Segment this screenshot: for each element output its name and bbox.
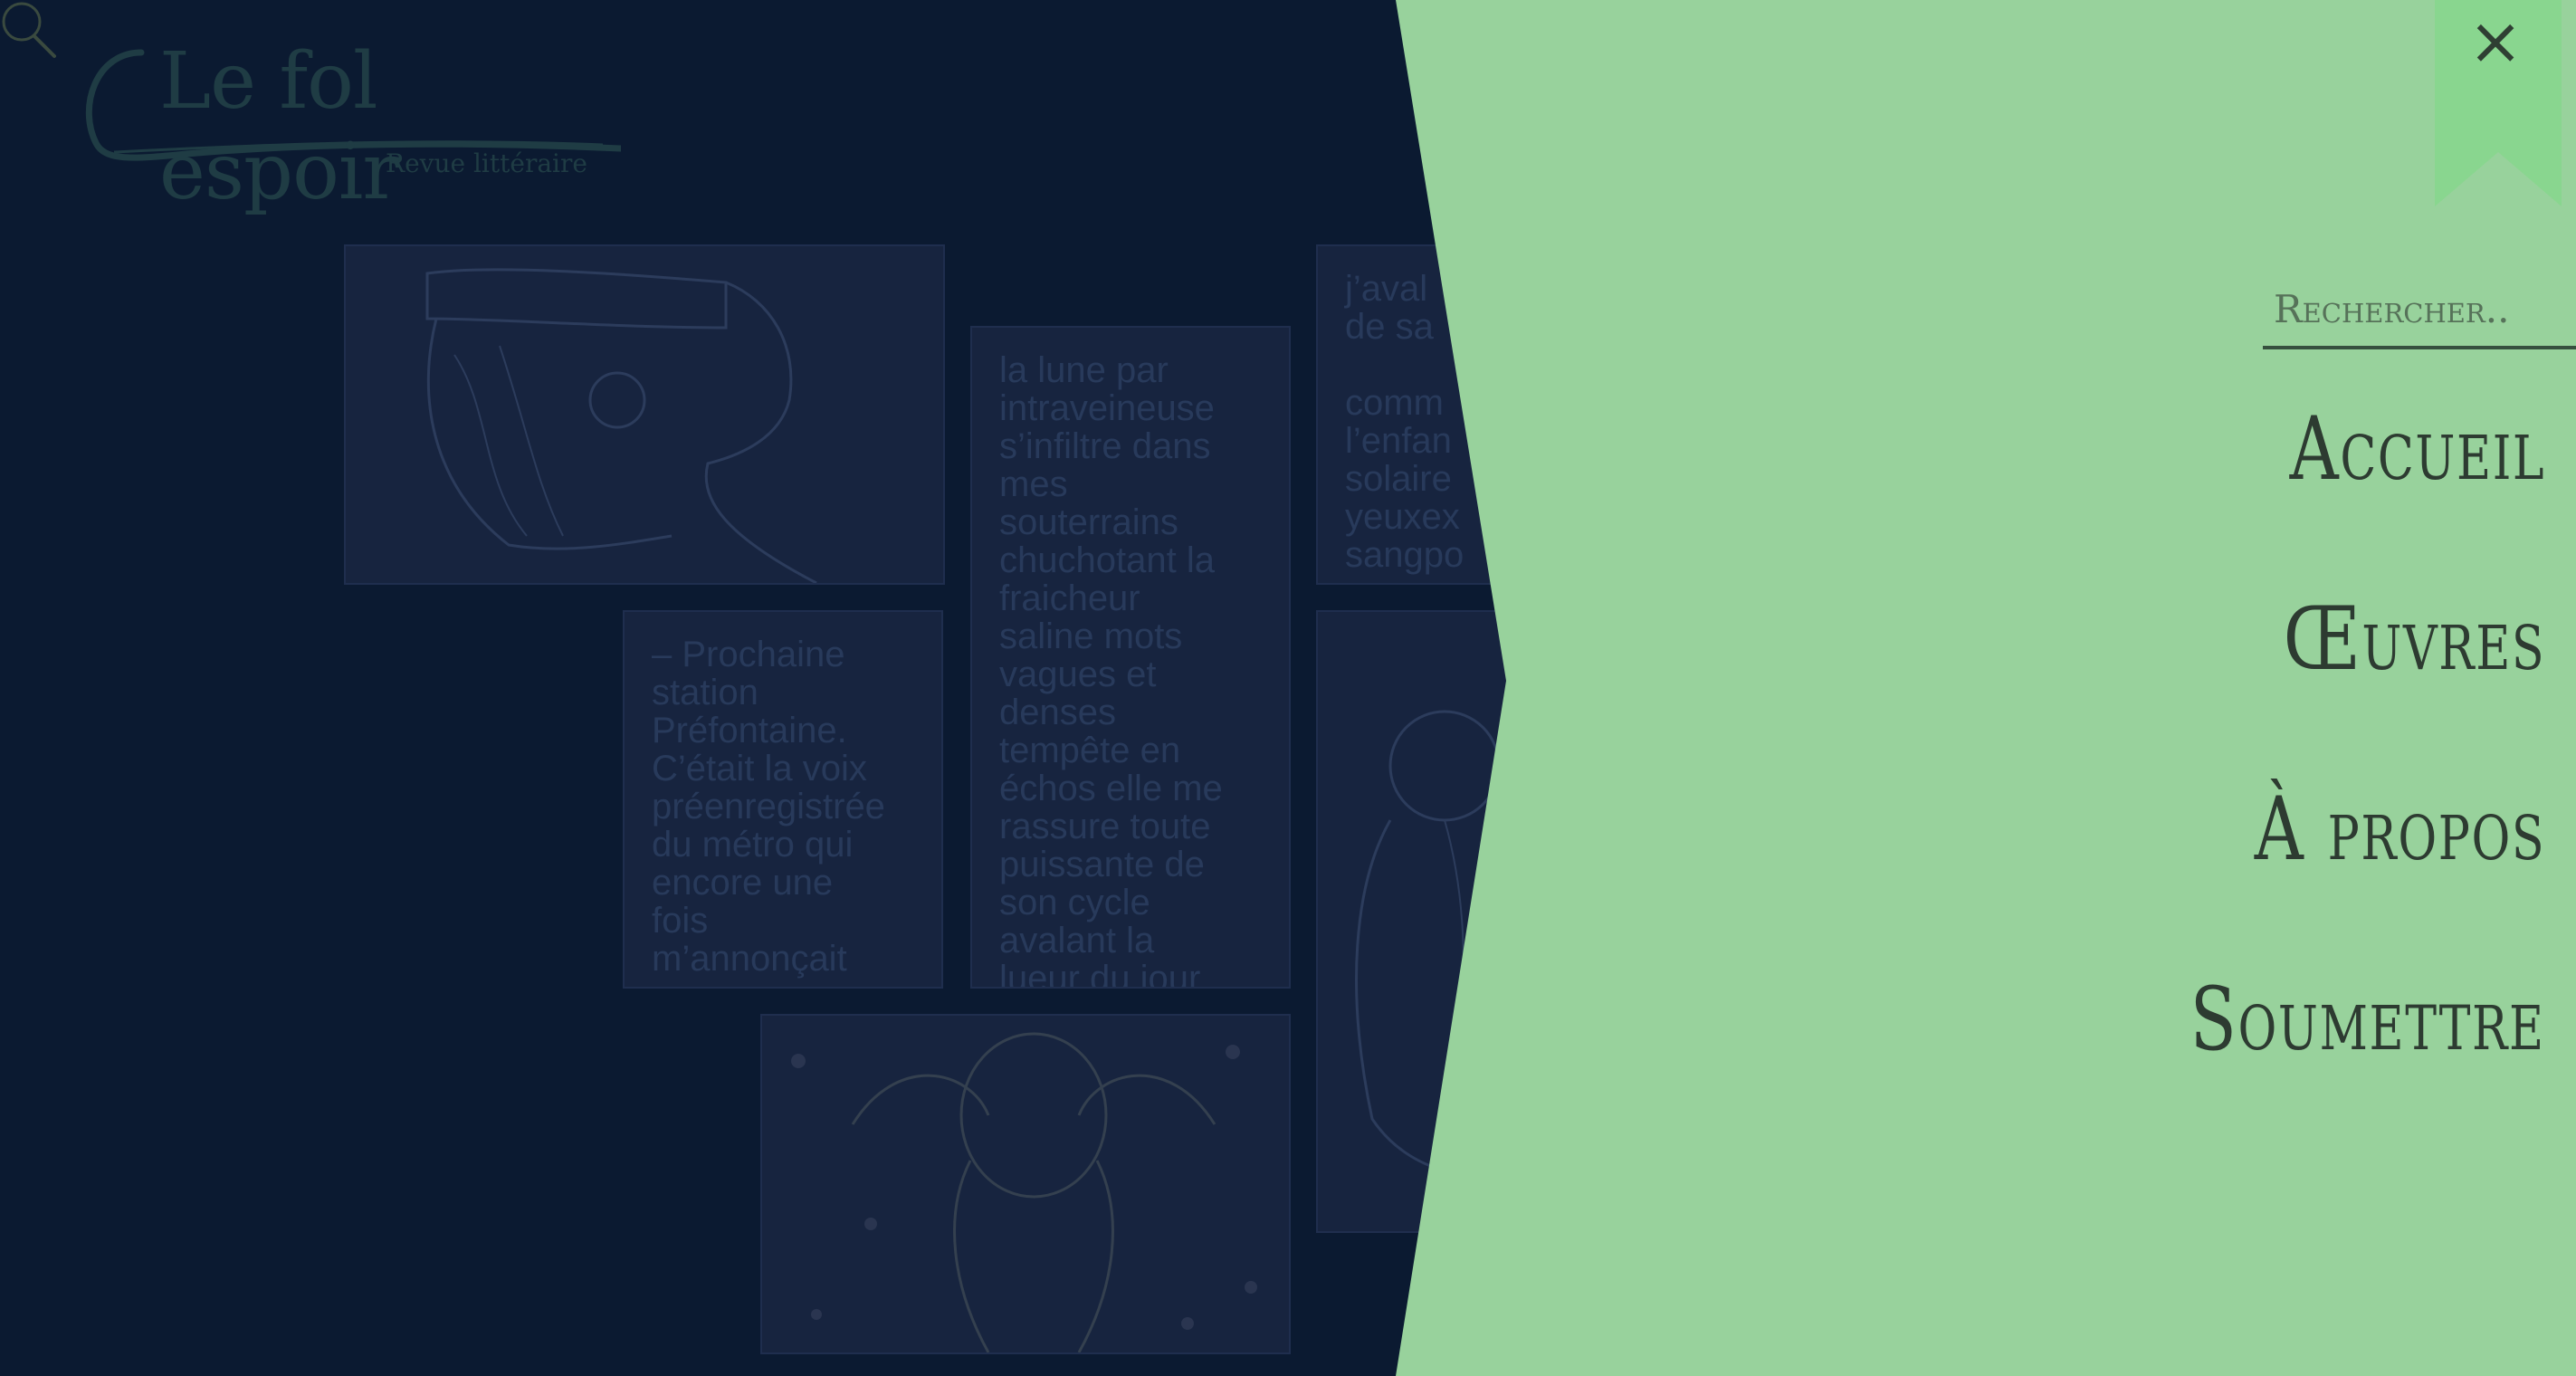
- page: Le fol espoir Revue littéraire la lune p…: [0, 0, 2576, 1376]
- nav-item-oeuvres[interactable]: Œuvres: [2283, 588, 2545, 690]
- close-button[interactable]: ×: [2464, 8, 2527, 73]
- nav-item-a-propos[interactable]: À propos: [2254, 779, 2545, 880]
- close-icon: ×: [2467, 3, 2524, 79]
- search-icon[interactable]: [0, 0, 58, 60]
- menu-overlay: × Accueil Œuvres À propos Soumettre: [0, 0, 2576, 1376]
- nav-item-accueil[interactable]: Accueil: [2289, 398, 2545, 500]
- nav-item-soumettre[interactable]: Soumettre: [2190, 969, 2545, 1070]
- search-input[interactable]: [2263, 272, 2576, 349]
- menu-panel-shape: [1396, 0, 2576, 1376]
